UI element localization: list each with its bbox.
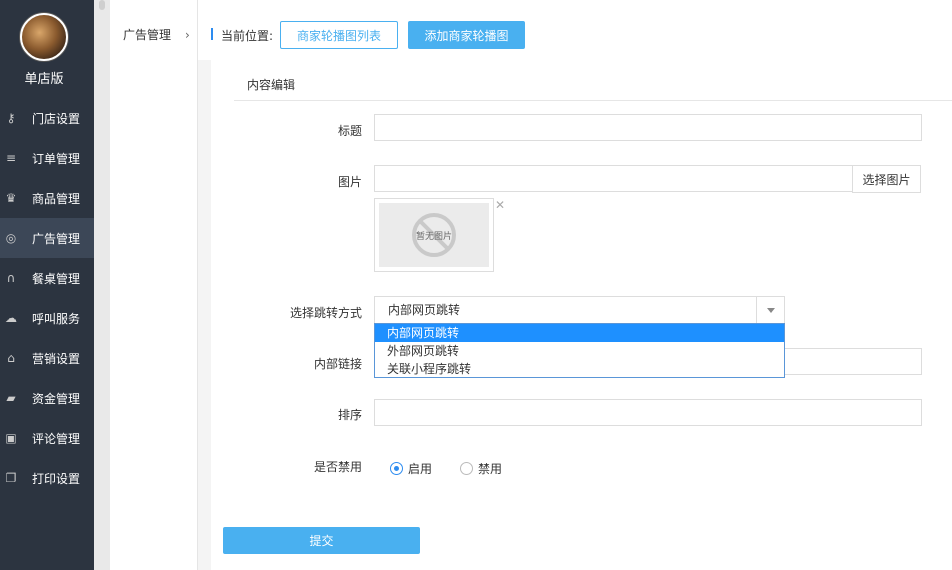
sidebar-scroll-track[interactable]: [94, 0, 110, 570]
sidebar-item-label: 订单管理: [32, 151, 81, 166]
sidebar-item-label: 评论管理: [32, 431, 81, 446]
sidebar-item-label: 营销设置: [32, 351, 81, 366]
sidebar-menu: ⚷ 门店设置 ≡ 订单管理 ♛ 商品管理 ◎ 广告管理 ∩ 餐桌管理 ☁ 呼叫服…: [0, 98, 94, 498]
jump-method-dropdown: 内部网页跳转 外部网页跳转 关联小程序跳转: [374, 323, 785, 378]
breadcrumb: 当前位置: 商家轮播图列表 添加商家轮播图: [198, 0, 952, 60]
jump-method-label: 选择跳转方式: [289, 306, 362, 320]
location-marker: [211, 28, 213, 40]
chevron-down-icon[interactable]: [756, 297, 784, 323]
cloud-icon: ☁: [5, 311, 17, 325]
radio-enable[interactable]: 启用: [390, 460, 432, 477]
sidebar-item-label: 广告管理: [32, 231, 81, 246]
sort-input[interactable]: [374, 399, 922, 426]
main-content: 当前位置: 商家轮播图列表 添加商家轮播图 内容编辑 标题 图片 选择图片 暂无…: [198, 0, 952, 570]
jump-method-select[interactable]: 内部网页跳转: [374, 296, 785, 324]
shop-name: 单店版: [24, 72, 64, 87]
chevron-right-icon: ›: [185, 27, 190, 42]
radio-unchecked-icon[interactable]: [460, 462, 473, 475]
no-image-text: 暂无图片: [415, 231, 452, 242]
sidebar-scroll-thumb[interactable]: [99, 0, 105, 10]
sort-label: 排序: [337, 408, 362, 422]
sidebar-item-call-service[interactable]: ☁ 呼叫服务: [0, 298, 94, 338]
copy-icon: ❐: [5, 471, 17, 485]
subnav-item-label: 广告管理: [123, 28, 172, 42]
sub-navigation: 广告管理 ›: [110, 0, 198, 570]
internal-link-label: 内部链接: [313, 357, 362, 371]
sidebar-item-label: 打印设置: [32, 471, 81, 486]
radio-checked-icon[interactable]: [390, 462, 403, 475]
book-icon: ▰: [6, 391, 16, 405]
sidebar-item-label: 餐桌管理: [32, 271, 81, 286]
image-preview: 暂无图片: [374, 198, 494, 272]
trophy-icon: ♛: [5, 191, 17, 205]
sidebar-item-marketing[interactable]: ⌂ 营销设置: [0, 338, 94, 378]
edit-panel: 内容编辑 标题 图片 选择图片 暂无图片 ✕ 选择跳转方式 内部网页跳转 内部网…: [211, 60, 952, 570]
sidebar-item-store-settings[interactable]: ⚷ 门店设置: [0, 98, 94, 138]
no-image-placeholder: 暂无图片: [379, 203, 489, 267]
title-input[interactable]: [374, 114, 922, 141]
radio-enable-label: 启用: [408, 462, 433, 476]
image-label: 图片: [337, 175, 362, 189]
list-icon: ≡: [5, 151, 17, 165]
disable-label: 是否禁用: [313, 460, 362, 474]
panel-title: 内容编辑: [247, 78, 296, 92]
radio-disable[interactable]: 禁用: [460, 460, 502, 477]
dropdown-option-external[interactable]: 外部网页跳转: [375, 342, 784, 360]
sidebar-item-ads[interactable]: ◎ 广告管理: [0, 218, 94, 258]
sidebar: 单店版 ⚷ 门店设置 ≡ 订单管理 ♛ 商品管理 ◎ 广告管理 ∩ 餐桌管理 ☁…: [0, 0, 94, 570]
add-banner-button[interactable]: 添加商家轮播图: [408, 21, 525, 49]
sidebar-item-products[interactable]: ♛ 商品管理: [0, 178, 94, 218]
sidebar-item-reviews[interactable]: ▣ 评论管理: [0, 418, 94, 458]
divider: [234, 100, 952, 101]
gift-icon: ⌂: [7, 351, 15, 365]
dropdown-option-miniprogram[interactable]: 关联小程序跳转: [375, 360, 784, 378]
sidebar-item-print[interactable]: ❐ 打印设置: [0, 458, 94, 498]
sidebar-item-funds[interactable]: ▰ 资金管理: [0, 378, 94, 418]
money-icon: ▣: [5, 431, 17, 445]
banner-list-button[interactable]: 商家轮播图列表: [280, 21, 398, 49]
sidebar-item-label: 门店设置: [32, 111, 81, 126]
subnav-item-ads[interactable]: 广告管理 ›: [123, 26, 190, 43]
location-label: 当前位置:: [221, 29, 274, 43]
radio-disable-label: 禁用: [478, 462, 503, 476]
title-label: 标题: [337, 124, 362, 138]
sidebar-item-label: 资金管理: [32, 391, 81, 406]
submit-button[interactable]: 提交: [223, 527, 420, 554]
avatar[interactable]: [20, 13, 68, 61]
dropdown-option-internal[interactable]: 内部网页跳转: [375, 324, 784, 342]
image-path-input[interactable]: [374, 165, 853, 192]
sidebar-item-label: 商品管理: [32, 191, 81, 206]
choose-image-button[interactable]: 选择图片: [852, 165, 921, 193]
binoculars-icon: ∩: [6, 271, 16, 285]
jump-method-value: 内部网页跳转: [388, 303, 461, 317]
globe-icon: ◎: [5, 231, 17, 245]
sidebar-item-orders[interactable]: ≡ 订单管理: [0, 138, 94, 178]
key-icon: ⚷: [6, 111, 16, 125]
sidebar-item-label: 呼叫服务: [32, 311, 81, 326]
sidebar-item-tables[interactable]: ∩ 餐桌管理: [0, 258, 94, 298]
close-icon[interactable]: ✕: [495, 198, 505, 212]
